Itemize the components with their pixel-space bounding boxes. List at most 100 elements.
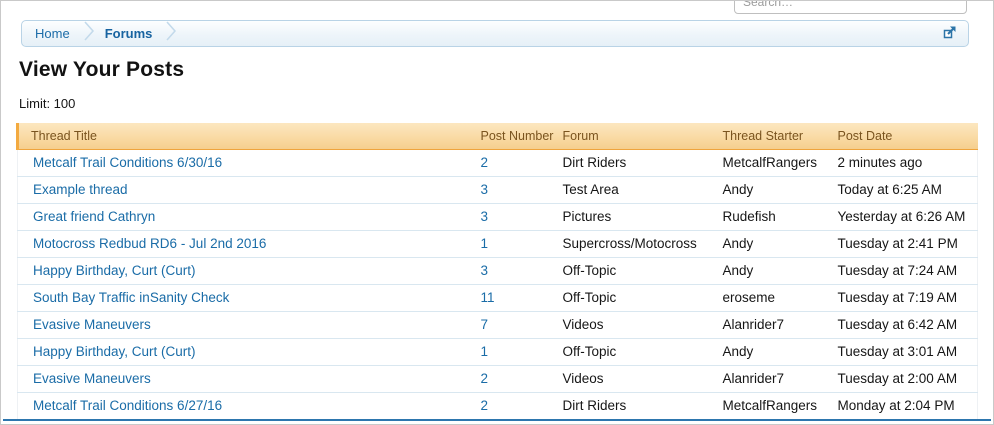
thread-title-link[interactable]: South Bay Traffic inSanity Check [33, 290, 229, 305]
thread-starter-cell: Andy [715, 338, 830, 365]
thread-title-link[interactable]: Great friend Cathryn [33, 209, 155, 224]
post-date-cell: Tuesday at 7:24 AM [830, 257, 978, 284]
post-number-link[interactable]: 1 [481, 236, 489, 251]
post-number-link[interactable]: 2 [481, 398, 489, 413]
table-row: Happy Birthday, Curt (Curt) 3 Off-TopicAnd… [18, 257, 978, 284]
thread-starter-cell: Andy [715, 230, 830, 257]
post-number-link[interactable]: 2 [481, 155, 489, 170]
column-header-thread-title: Thread Title [18, 123, 473, 149]
table-row: Evasive Maneuvers 7 VideosAlanrider7Tuesda… [18, 311, 978, 338]
thread-title-cell: Great friend Cathryn [18, 203, 473, 230]
post-number-cell: 3 [473, 176, 555, 203]
thread-title-link[interactable]: Evasive Maneuvers [33, 317, 151, 332]
chevron-right-icon [166, 21, 176, 46]
breadcrumb-forums-link[interactable]: Forums [103, 26, 155, 41]
thread-starter-cell: MetcalfRangers [715, 392, 830, 419]
table-row: Metcalf Trail Conditions 6/27/16 2 Dirt Ri… [18, 392, 978, 419]
thread-title-cell: Metcalf Trail Conditions 6/27/16 [18, 392, 473, 419]
post-date-cell: Today at 6:25 AM [830, 176, 978, 203]
post-number-link[interactable]: 3 [481, 209, 489, 224]
forum-cell: Dirt Riders [555, 149, 715, 176]
post-number-cell: 1 [473, 230, 555, 257]
forum-cell: Supercross/Motocross [555, 230, 715, 257]
thread-starter-cell: Alanrider7 [715, 311, 830, 338]
post-date-cell: Tuesday at 3:01 AM [830, 338, 978, 365]
thread-title-cell: Evasive Maneuvers [18, 311, 473, 338]
thread-title-link[interactable]: Happy Birthday, Curt (Curt) [33, 344, 196, 359]
thread-starter-cell: Andy [715, 176, 830, 203]
post-number-cell: 3 [473, 257, 555, 284]
column-header-post-number: Post Number [473, 123, 555, 149]
forum-cell: Off-Topic [555, 257, 715, 284]
thread-title-cell: Example thread [18, 176, 473, 203]
thread-title-link[interactable]: Evasive Maneuvers [33, 371, 151, 386]
forum-cell: Videos [555, 365, 715, 392]
thread-title-link[interactable]: Example thread [33, 182, 128, 197]
forum-page: Home Forums View Your Posts Limit: 100 [0, 0, 994, 425]
page-title: View Your Posts [19, 58, 184, 82]
thread-starter-cell: MetcalfRangers [715, 149, 830, 176]
post-number-cell: 2 [473, 392, 555, 419]
post-date-cell: Tuesday at 6:42 AM [830, 311, 978, 338]
chevron-right-icon [84, 21, 94, 46]
post-date-cell: 2 minutes ago [830, 149, 978, 176]
external-arrow-icon [943, 25, 957, 42]
post-number-cell: 3 [473, 203, 555, 230]
thread-title-cell: Motocross Redbud RD6 - Jul 2nd 2016 [18, 230, 473, 257]
thread-title-cell: Happy Birthday, Curt (Curt) [18, 257, 473, 284]
thread-title-link[interactable]: Motocross Redbud RD6 - Jul 2nd 2016 [33, 236, 266, 251]
limit-label: Limit: 100 [19, 96, 75, 111]
post-date-cell: Monday at 2:04 PM [830, 392, 978, 419]
post-number-cell: 2 [473, 149, 555, 176]
table-row: South Bay Traffic inSanity Check 11 Off-To… [18, 284, 978, 311]
forum-cell: Off-Topic [555, 284, 715, 311]
thread-title-link[interactable]: Metcalf Trail Conditions 6/27/16 [33, 398, 222, 413]
thread-starter-cell: eroseme [715, 284, 830, 311]
thread-title-cell: South Bay Traffic inSanity Check [18, 284, 473, 311]
column-header-forum: Forum [555, 123, 715, 149]
table-row: Evasive Maneuvers 2 VideosAlanrider7Tuesda… [18, 365, 978, 392]
footer-divider [3, 419, 991, 421]
table-row: Example thread 3 Test AreaAndyToday at 6:2… [18, 176, 978, 203]
post-number-cell: 2 [473, 365, 555, 392]
forum-cell: Videos [555, 311, 715, 338]
posts-table-header: Thread Title Post Number Forum Thread St… [18, 123, 978, 149]
post-date-cell: Tuesday at 2:41 PM [830, 230, 978, 257]
forum-cell: Dirt Riders [555, 392, 715, 419]
post-number-link[interactable]: 11 [481, 290, 495, 305]
post-number-link[interactable]: 1 [481, 344, 489, 359]
post-number-cell: 1 [473, 338, 555, 365]
table-row: Happy Birthday, Curt (Curt) 1 Off-TopicAnd… [18, 338, 978, 365]
posts-table: Thread Title Post Number Forum Thread St… [16, 123, 978, 420]
breadcrumb: Home Forums [21, 20, 969, 47]
post-date-cell: Tuesday at 7:19 AM [830, 284, 978, 311]
forum-cell: Test Area [555, 176, 715, 203]
thread-starter-cell: Rudefish [715, 203, 830, 230]
forum-cell: Pictures [555, 203, 715, 230]
post-number-cell: 7 [473, 311, 555, 338]
table-row: Metcalf Trail Conditions 6/30/16 2 Dirt Ri… [18, 149, 978, 176]
post-number-link[interactable]: 2 [481, 371, 489, 386]
thread-title-cell: Happy Birthday, Curt (Curt) [18, 338, 473, 365]
post-number-link[interactable]: 7 [481, 317, 489, 332]
column-header-thread-starter: Thread Starter [715, 123, 830, 149]
post-date-cell: Yesterday at 6:26 AM [830, 203, 978, 230]
breadcrumb-home-link[interactable]: Home [33, 26, 72, 41]
table-row: Motocross Redbud RD6 - Jul 2nd 2016 1 Supe… [18, 230, 978, 257]
post-number-link[interactable]: 3 [481, 182, 489, 197]
post-number-cell: 11 [473, 284, 555, 311]
expand-breadcrumb-button[interactable] [940, 25, 960, 43]
search-box [734, 0, 967, 14]
thread-title-cell: Metcalf Trail Conditions 6/30/16 [18, 149, 473, 176]
column-header-post-date: Post Date [830, 123, 978, 149]
post-date-cell: Tuesday at 2:00 AM [830, 365, 978, 392]
thread-title-link[interactable]: Metcalf Trail Conditions 6/30/16 [33, 155, 222, 170]
search-input[interactable] [734, 0, 967, 14]
thread-title-cell: Evasive Maneuvers [18, 365, 473, 392]
post-number-link[interactable]: 3 [481, 263, 489, 278]
forum-cell: Off-Topic [555, 338, 715, 365]
thread-starter-cell: Alanrider7 [715, 365, 830, 392]
table-row: Great friend Cathryn 3 PicturesRudefishYes… [18, 203, 978, 230]
thread-title-link[interactable]: Happy Birthday, Curt (Curt) [33, 263, 196, 278]
thread-starter-cell: Andy [715, 257, 830, 284]
